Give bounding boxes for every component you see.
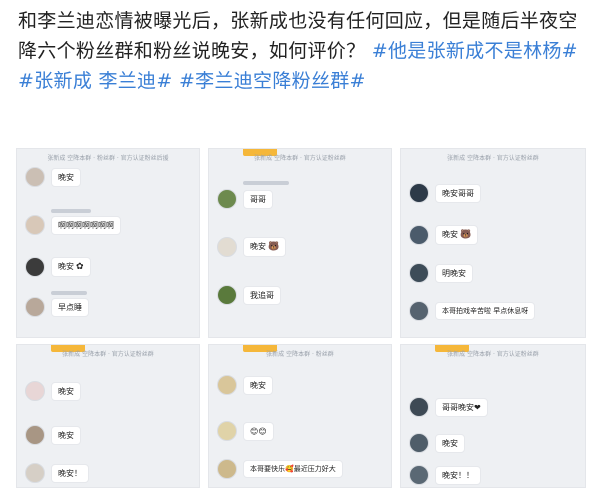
message-bubble: 啊啊啊啊啊啊啊 (51, 215, 121, 235)
flower-sticker-icon: ✿ (76, 262, 84, 272)
avatar (217, 189, 237, 209)
post-headline: 和李兰迪恋情被曝光后，张新成也没有任何回应，但是随后半夜空降六个粉丝群和粉丝说晚… (18, 6, 584, 96)
message-bubble: 晚安！！ (435, 465, 481, 485)
avatar (217, 285, 237, 305)
avatar (25, 463, 45, 483)
message-bubble: 本哥拍戏辛苦啦 早点休息呀 (435, 302, 536, 320)
message-bubble: 晚安 🐻 (435, 225, 479, 245)
chat-message: 晚安哥哥 (409, 183, 481, 203)
chat-message: 晚安 (217, 375, 273, 395)
avatar (409, 397, 429, 417)
chat-message: 哥哥 (217, 189, 273, 209)
chat-screenshot[interactable]: 张新成 空降本群 · 官方认证粉丝群 哥哥 晚安 🐻 我追哥 (208, 148, 392, 338)
avatar (409, 301, 429, 321)
chat-message: 晚安 ✿ (25, 257, 91, 277)
chat-message: 哥哥晚安❤ (409, 397, 488, 417)
avatar (217, 375, 237, 395)
bear-sticker-icon: 🐻 (268, 242, 280, 252)
message-bubble: 晚安 ✿ (51, 257, 91, 277)
hashtag-link[interactable]: #李兰迪空降粉丝群# (179, 70, 366, 92)
chat-message: 晚安 🐻 (409, 225, 479, 245)
message-bubble: 哥哥晚安❤ (435, 397, 488, 417)
chat-message: 我追哥 (217, 285, 281, 305)
message-bubble: 晚安 (51, 167, 81, 187)
avatar (25, 381, 45, 401)
chat-message: 晚安 (25, 381, 81, 401)
avatar (409, 225, 429, 245)
group-header: 张新成 空降本群 · 官方认证粉丝群 (447, 351, 539, 358)
message-bubble: 晚安 (243, 375, 273, 395)
chat-message: 😊😊 (217, 421, 274, 441)
avatar (217, 421, 237, 441)
message-bubble: 晚安哥哥 (435, 183, 481, 203)
message-bubble: 晚安 (51, 381, 81, 401)
message-bubble: 我追哥 (243, 285, 281, 305)
chat-message: 晚安 (25, 425, 81, 445)
message-bubble: 哥哥 (243, 189, 273, 209)
chat-message: 本哥拍戏辛苦啦 早点休息呀 (409, 301, 536, 321)
chat-message: 晚安！ (25, 463, 89, 483)
sender-name (243, 181, 289, 185)
message-bubble: 早点睡 (51, 297, 89, 317)
message-bubble: 本哥要快乐🥰最近压力好大 (243, 460, 343, 478)
avatar (25, 425, 45, 445)
message-bubble: 晚安 (435, 433, 465, 453)
avatar (25, 297, 45, 317)
avatar (25, 257, 45, 277)
message-bubble: 晚安 (51, 425, 81, 445)
chat-message: 晚安 🐻 (217, 237, 287, 257)
chat-screenshot[interactable]: 张新成 空降本群 · 官方认证粉丝群 哥哥晚安❤ 晚安 晚安！！ (400, 344, 586, 488)
chat-message: 晚安！！ (409, 465, 481, 485)
avatar (409, 433, 429, 453)
group-header: 张新成 空降本群 · 官方认证粉丝群 (254, 155, 346, 162)
message-bubble: 晚安！ (51, 463, 89, 483)
message-bubble: 明晚安 (435, 263, 473, 283)
chat-message: 晚安 (409, 433, 465, 453)
chat-message: 早点睡 (25, 297, 89, 317)
message-bubble: 晚安 🐻 (243, 237, 287, 257)
message-bubble: 😊😊 (243, 421, 274, 441)
sender-name (51, 291, 87, 295)
chat-screenshot[interactable]: 张新成 空降本群 · 官方认证粉丝群 晚安 晚安 晚安！ (16, 344, 200, 488)
avatar (409, 263, 429, 283)
chat-message: 啊啊啊啊啊啊啊 (25, 215, 121, 235)
group-header: 张新成 空降本群 · 粉丝群 · 官方认证粉丝后援 (47, 155, 169, 162)
chat-screenshot[interactable]: 张新成 空降本群 · 官方认证粉丝群 晚安哥哥 晚安 🐻 明晚安 本哥拍戏辛苦啦 … (400, 148, 586, 338)
hashtag-link[interactable]: #他是张新成不是林杨# (372, 40, 578, 62)
avatar (217, 237, 237, 257)
group-header: 张新成 空降本群 · 官方认证粉丝群 (447, 155, 539, 162)
hashtag-link[interactable]: #张新成 李兰迪# (18, 70, 173, 92)
screenshot-grid: 张新成 空降本群 · 粉丝群 · 官方认证粉丝后援 晚安 啊啊啊啊啊啊啊 晚安 ✿… (0, 148, 600, 488)
chat-screenshot[interactable]: 张新成 空降本群 · 粉丝群 晚安 😊😊 本哥要快乐🥰最近压力好大 (208, 344, 392, 488)
chat-message: 本哥要快乐🥰最近压力好大 (217, 459, 343, 479)
avatar (217, 459, 237, 479)
avatar (409, 465, 429, 485)
chat-message: 晚安 (25, 167, 81, 187)
chat-message: 明晚安 (409, 263, 473, 283)
avatar (409, 183, 429, 203)
bear-sticker-icon: 🐻 (460, 230, 472, 240)
sender-name (51, 209, 91, 213)
group-header: 张新成 空降本群 · 官方认证粉丝群 (62, 351, 154, 358)
group-header: 张新成 空降本群 · 粉丝群 (266, 351, 334, 358)
avatar (25, 167, 45, 187)
chat-screenshot[interactable]: 张新成 空降本群 · 粉丝群 · 官方认证粉丝后援 晚安 啊啊啊啊啊啊啊 晚安 ✿… (16, 148, 200, 338)
avatar (25, 215, 45, 235)
